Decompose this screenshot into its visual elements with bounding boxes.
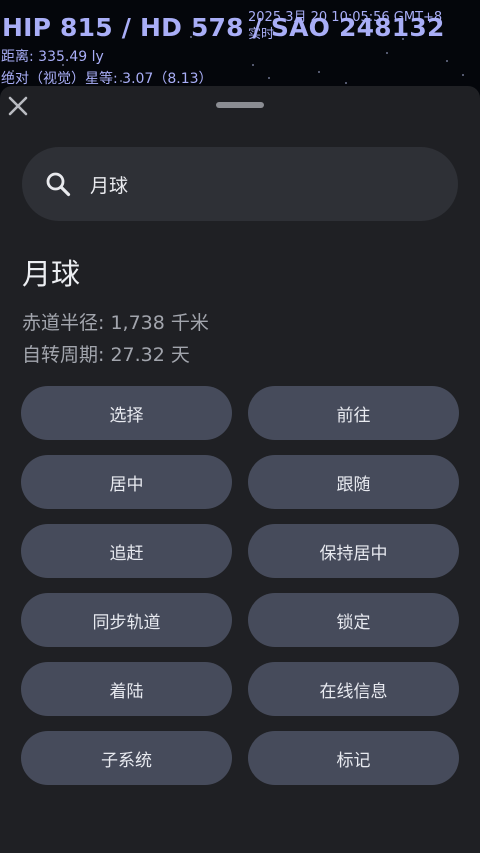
star bbox=[268, 77, 270, 79]
chase-button[interactable]: 追赶 bbox=[21, 524, 232, 578]
time-mode: 实时 bbox=[248, 27, 275, 42]
keep-centered-button[interactable]: 保持居中 bbox=[248, 524, 459, 578]
datetime-value: 2025 3月 20 10:05:56 GMT+8 bbox=[248, 10, 443, 25]
search-input[interactable] bbox=[90, 165, 430, 203]
search-icon bbox=[46, 172, 71, 197]
result-title: 月球 bbox=[22, 257, 81, 291]
equatorial-radius: 赤道半径: 1,738 千米 bbox=[22, 312, 209, 334]
select-button[interactable]: 选择 bbox=[21, 386, 232, 440]
search-bar[interactable] bbox=[22, 147, 458, 221]
object-distance: 距离: 335.49 ly bbox=[1, 49, 104, 65]
mark-button[interactable]: 标记 bbox=[248, 731, 459, 785]
land-button[interactable]: 着陆 bbox=[21, 662, 232, 716]
star bbox=[345, 82, 347, 84]
follow-button[interactable]: 跟随 bbox=[248, 455, 459, 509]
star bbox=[252, 64, 254, 66]
star bbox=[318, 71, 320, 73]
search-panel: 月球 赤道半径: 1,738 千米 自转周期: 27.32 天 选择 前往 居中… bbox=[0, 86, 480, 853]
star bbox=[462, 74, 464, 76]
star bbox=[386, 52, 388, 54]
drag-handle[interactable] bbox=[216, 102, 264, 108]
rotation-period: 自转周期: 27.32 天 bbox=[22, 344, 190, 366]
star bbox=[446, 60, 448, 62]
close-icon bbox=[8, 96, 28, 116]
goto-button[interactable]: 前往 bbox=[248, 386, 459, 440]
lock-button[interactable]: 锁定 bbox=[248, 593, 459, 647]
datetime-display[interactable]: 2025 3月 20 10:05:56 GMT+8 实时 bbox=[248, 9, 442, 43]
online-info-button[interactable]: 在线信息 bbox=[248, 662, 459, 716]
sync-orbit-button[interactable]: 同步轨道 bbox=[21, 593, 232, 647]
center-button[interactable]: 居中 bbox=[21, 455, 232, 509]
subsystem-button[interactable]: 子系统 bbox=[21, 731, 232, 785]
close-button[interactable] bbox=[4, 92, 32, 120]
